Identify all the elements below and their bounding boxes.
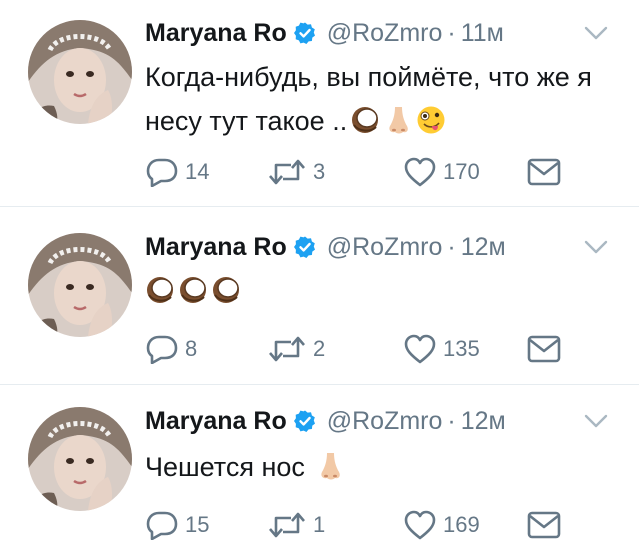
retweet-icon — [267, 157, 307, 187]
message-icon — [527, 158, 561, 186]
tweet[interactable]: Maryana Ro @RoZmro · 11м Когда-нибудь, в… — [0, 0, 639, 207]
like-icon — [403, 157, 437, 187]
timestamp[interactable]: 11м — [461, 19, 504, 48]
tweet-text-content: Чешется нос — [145, 452, 313, 482]
tweet-actions: 15 1 169 — [145, 508, 585, 542]
tweet[interactable]: Maryana Ro @RoZmro · 12м Чешется нос 15 … — [0, 385, 639, 559]
like-button[interactable]: 169 — [403, 508, 480, 542]
avatar-image — [28, 407, 132, 511]
chevron-down-icon[interactable] — [582, 236, 610, 258]
message-button[interactable] — [527, 332, 561, 366]
retweet-button[interactable]: 3 — [267, 155, 325, 189]
verified-badge-icon — [293, 409, 317, 433]
timestamp[interactable]: 12м — [461, 233, 506, 262]
reply-icon — [145, 334, 179, 364]
tweet[interactable]: Maryana Ro @RoZmro · 12м 8 2 135 — [0, 207, 639, 385]
retweet-count: 1 — [313, 512, 326, 537]
like-count: 169 — [443, 512, 480, 537]
user-handle[interactable]: @RoZmro — [327, 407, 443, 436]
reply-count: 14 — [185, 159, 210, 184]
like-button[interactable]: 170 — [403, 155, 480, 189]
tweet-text — [145, 269, 615, 313]
retweet-icon — [267, 510, 307, 540]
tweet-actions: 8 2 135 — [145, 332, 585, 366]
display-name[interactable]: Maryana Ro — [145, 407, 287, 436]
nose-emoji-icon — [383, 105, 413, 135]
display-name[interactable]: Maryana Ro — [145, 233, 287, 262]
reply-icon — [145, 157, 179, 187]
avatar[interactable] — [28, 407, 132, 511]
reply-button[interactable]: 14 — [145, 155, 209, 189]
tweet-text: Когда-нибудь, вы поймёте, что же я несу … — [145, 55, 615, 143]
retweet-button[interactable]: 1 — [267, 508, 325, 542]
reply-button[interactable]: 15 — [145, 508, 209, 542]
separator-dot: · — [447, 406, 456, 435]
avatar[interactable] — [28, 20, 132, 124]
chevron-down-icon[interactable] — [582, 22, 610, 44]
nose-emoji-icon — [315, 451, 345, 481]
user-handle[interactable]: @RoZmro — [327, 233, 443, 262]
message-button[interactable] — [527, 155, 561, 189]
coconut-emoji-icon — [178, 275, 208, 305]
avatar-image — [28, 233, 132, 337]
message-button[interactable] — [527, 508, 561, 542]
tweet-actions: 14 3 170 — [145, 155, 585, 189]
chevron-down-icon[interactable] — [582, 410, 610, 432]
coconut-emoji-icon — [145, 275, 175, 305]
message-icon — [527, 511, 561, 539]
like-count: 170 — [443, 159, 480, 184]
zany-face-emoji-icon — [416, 105, 446, 135]
coconut-emoji-icon — [211, 275, 241, 305]
separator-dot: · — [447, 18, 456, 47]
retweet-count: 2 — [313, 336, 326, 361]
retweet-button[interactable]: 2 — [267, 332, 325, 366]
reply-icon — [145, 510, 179, 540]
message-icon — [527, 335, 561, 363]
tweet-header: Maryana Ro @RoZmro · 11м — [145, 13, 504, 53]
reply-count: 15 — [185, 512, 210, 537]
timestamp[interactable]: 12м — [461, 407, 506, 436]
tweet-header: Maryana Ro @RoZmro · 12м — [145, 227, 506, 267]
user-handle[interactable]: @RoZmro — [327, 19, 443, 48]
reply-button[interactable]: 8 — [145, 332, 197, 366]
coconut-emoji-icon — [350, 105, 380, 135]
tweet-text: Чешется нос — [145, 445, 615, 489]
display-name[interactable]: Maryana Ro — [145, 19, 287, 48]
verified-badge-icon — [293, 21, 317, 45]
verified-badge-icon — [293, 235, 317, 259]
like-icon — [403, 510, 437, 540]
avatar[interactable] — [28, 233, 132, 337]
like-button[interactable]: 135 — [403, 332, 480, 366]
like-count: 135 — [443, 336, 480, 361]
retweet-icon — [267, 334, 307, 364]
retweet-count: 3 — [313, 159, 326, 184]
tweet-header: Maryana Ro @RoZmro · 12м — [145, 401, 506, 441]
separator-dot: · — [447, 232, 456, 261]
reply-count: 8 — [185, 336, 198, 361]
avatar-image — [28, 20, 132, 124]
like-icon — [403, 334, 437, 364]
